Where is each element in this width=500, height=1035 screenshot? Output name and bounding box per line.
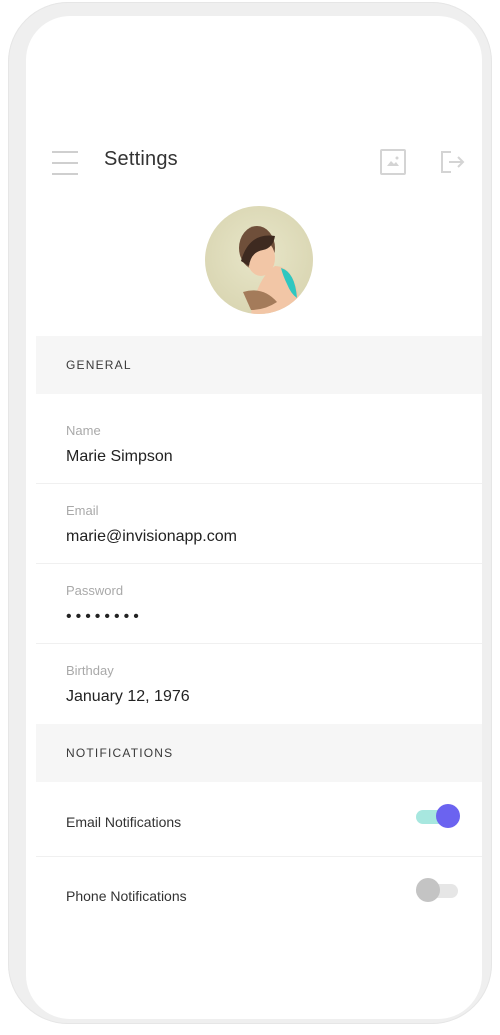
image-icon[interactable] bbox=[380, 149, 406, 175]
toggle-knob bbox=[436, 804, 460, 828]
field-value[interactable]: Marie Simpson bbox=[66, 448, 466, 466]
section-header-general: GENERAL bbox=[36, 336, 482, 394]
toggle-row-phone-notifications[interactable]: Phone Notifications bbox=[66, 878, 466, 904]
field-value[interactable]: marie@invisionapp.com bbox=[66, 528, 466, 546]
page-title: Settings bbox=[104, 148, 178, 170]
field-label: Password bbox=[66, 583, 124, 598]
hamburger-menu-icon[interactable] bbox=[52, 151, 80, 175]
phone-notifications-toggle[interactable] bbox=[416, 878, 460, 902]
field-value[interactable]: January 12, 1976 bbox=[66, 688, 466, 706]
divider bbox=[36, 856, 482, 857]
section-header-notifications: NOTIFICATIONS bbox=[36, 724, 482, 782]
toggle-label: Phone Notifications bbox=[66, 888, 187, 904]
field-value[interactable]: •••••••• bbox=[66, 608, 466, 626]
email-notifications-toggle[interactable] bbox=[416, 804, 460, 828]
field-email[interactable]: Email marie@invisionapp.com bbox=[66, 503, 466, 546]
avatar[interactable] bbox=[205, 206, 313, 314]
toggle-knob bbox=[416, 878, 440, 902]
divider bbox=[36, 483, 482, 484]
field-label: Birthday bbox=[66, 663, 114, 678]
field-label: Name bbox=[66, 423, 101, 438]
divider bbox=[36, 563, 482, 564]
logout-icon[interactable] bbox=[439, 149, 467, 175]
field-name[interactable]: Name Marie Simpson bbox=[66, 423, 466, 466]
divider bbox=[36, 643, 482, 644]
toggle-label: Email Notifications bbox=[66, 814, 182, 830]
field-password[interactable]: Password •••••••• bbox=[66, 583, 466, 626]
field-birthday[interactable]: Birthday January 12, 1976 bbox=[66, 663, 466, 706]
field-label: Email bbox=[66, 503, 99, 518]
toggle-row-email-notifications[interactable]: Email Notifications bbox=[66, 804, 466, 830]
phone-frame: Settings GENERAL Name Marie Simpson Emai… bbox=[8, 2, 492, 1024]
settings-screen: Settings GENERAL Name Marie Simpson Emai… bbox=[26, 16, 482, 1019]
